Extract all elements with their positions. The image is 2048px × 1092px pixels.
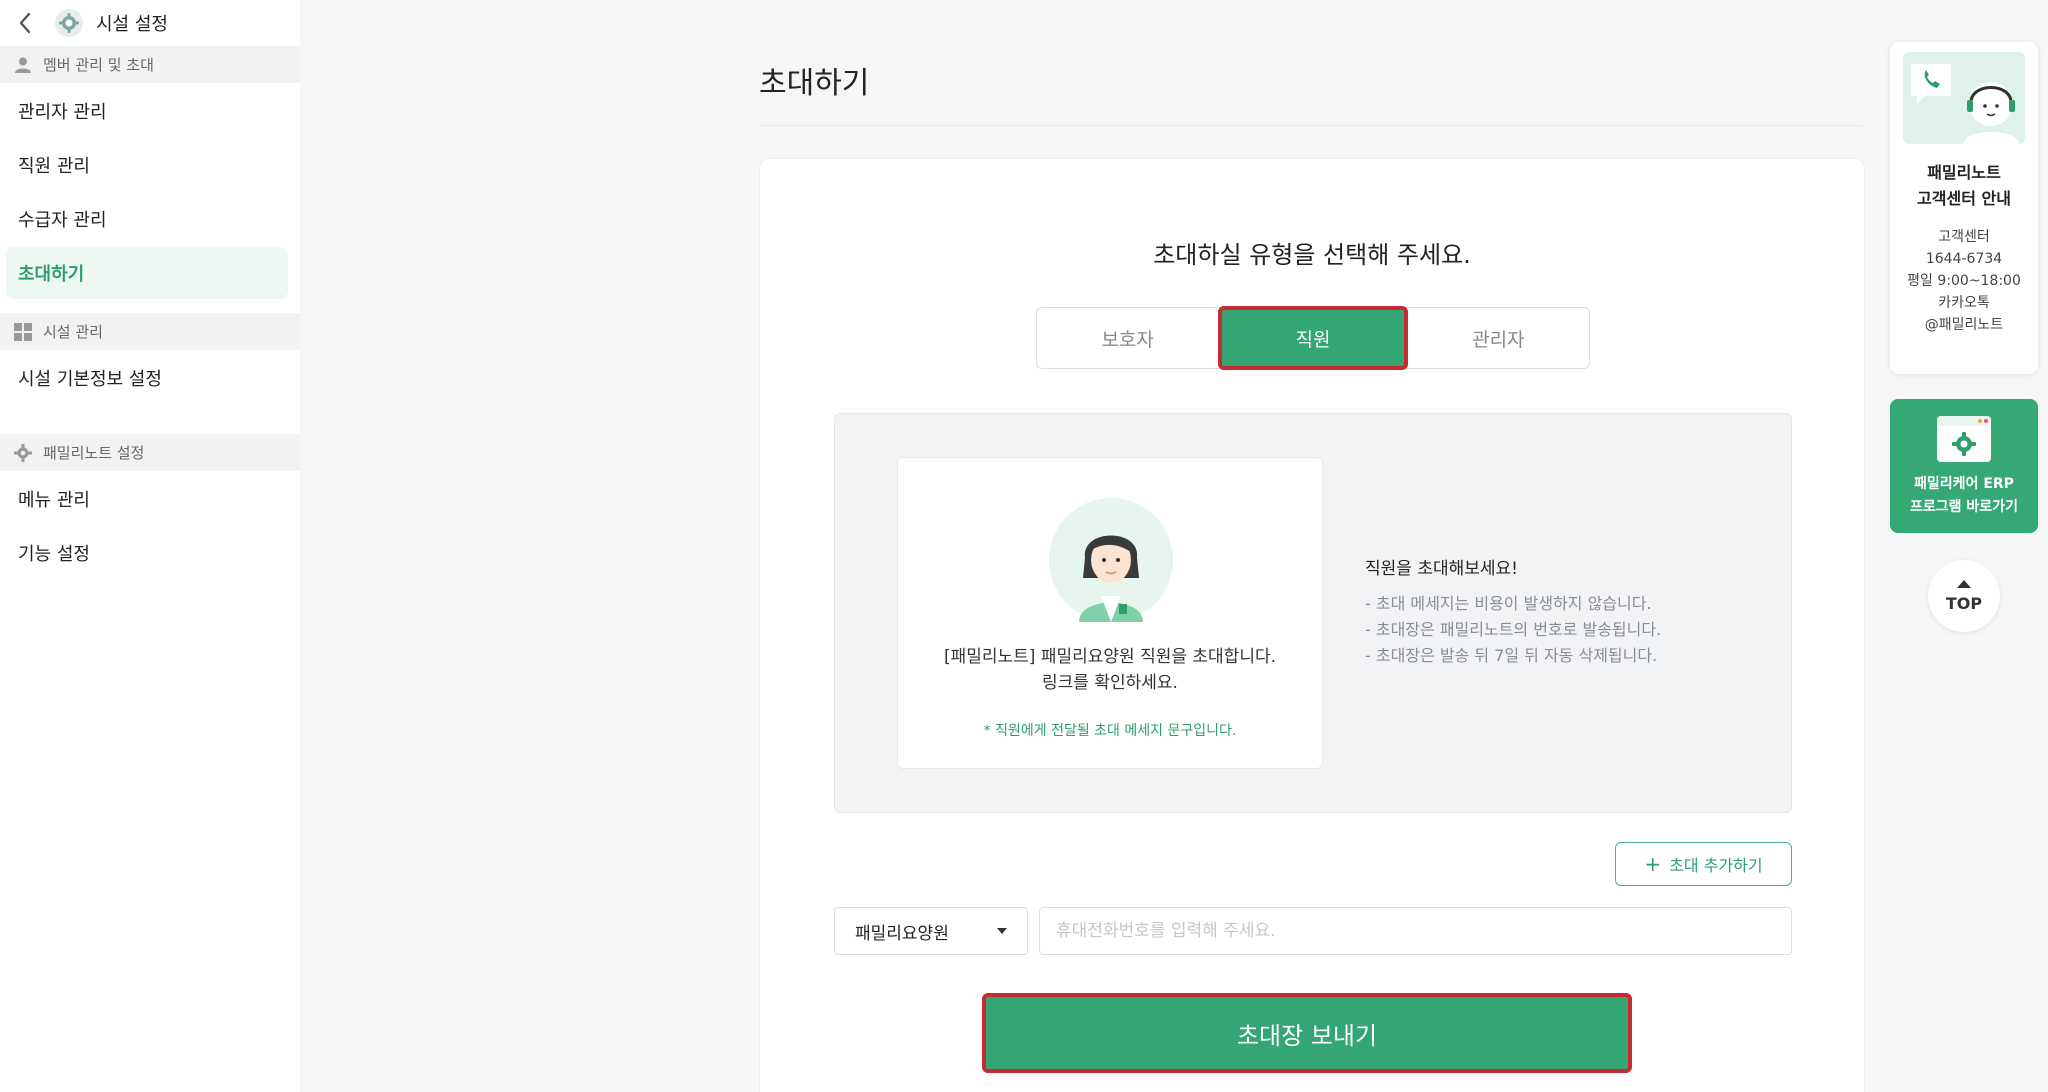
erp-window-gear-icon	[1937, 416, 1991, 462]
up-arrow-icon	[1957, 579, 1971, 588]
facility-select[interactable]: 패밀리요양원	[834, 907, 1028, 955]
section-label: 패밀리노트 설정	[43, 444, 145, 462]
invite-type-tabs: 보호자 직원 관리자	[1036, 306, 1590, 370]
sidebar-header: 시설 설정	[0, 0, 300, 46]
customer-support-illustration	[1903, 52, 2025, 144]
message-text-line1: [패밀리노트] 패밀리요양원 직원을 초대합니다.	[943, 647, 1277, 667]
message-preview-card: [패밀리노트] 패밀리요양원 직원을 초대합니다. 링크를 확인하세요. * 직…	[897, 457, 1323, 769]
sidebar-item-menu-management[interactable]: 메뉴 관리	[6, 473, 288, 525]
sidebar-item-admin-management[interactable]: 관리자 관리	[6, 85, 288, 137]
add-invite-button[interactable]: + 초대 추가하기	[1615, 842, 1792, 886]
section-facility-management: 시설 관리	[0, 313, 300, 350]
tab-guardian[interactable]: 보호자	[1037, 308, 1218, 368]
message-text-line2: 링크를 확인하세요.	[1042, 673, 1178, 693]
top-label: TOP	[1945, 593, 1983, 613]
facility-select-value: 패밀리요양원	[855, 923, 949, 944]
invite-info: 직원을 초대해보세요! - 초대 메세지는 비용이 발생하지 않습니다. - 초…	[1365, 554, 1661, 669]
sidebar-item-recipient-management[interactable]: 수급자 관리	[6, 193, 288, 245]
cs-hours: 평일 9:00~18:00	[1907, 273, 2021, 289]
cs-phone-number: 1644-6734	[1925, 251, 2003, 267]
invite-card: 초대하실 유형을 선택해 주세요. 보호자 직원 관리자 [패밀리노트] 패밀리…	[759, 158, 1865, 1092]
message-preview-panel: [패밀리노트] 패밀리요양원 직원을 초대합니다. 링크를 확인하세요. * 직…	[834, 413, 1792, 813]
send-invite-button[interactable]: 초대장 보내기	[982, 993, 1632, 1073]
cs-info-line: 고객센터	[1938, 229, 1990, 245]
sidebar-item-facility-info[interactable]: 시설 기본정보 설정	[6, 352, 288, 404]
section-member-management: 멤버 관리 및 초대	[0, 46, 300, 83]
staff-avatar-illustration	[1049, 498, 1173, 622]
sidebar-item-feature-settings[interactable]: 기능 설정	[6, 527, 288, 579]
sidebar-item-staff-management[interactable]: 직원 관리	[6, 139, 288, 191]
erp-shortcut-button[interactable]: 패밀리케어 ERP 프로그램 바로가기	[1890, 399, 2038, 533]
invite-info-line: - 초대 메세지는 비용이 발생하지 않습니다.	[1365, 594, 1652, 613]
erp-label-line2: 프로그램 바로가기	[1910, 499, 2018, 515]
phone-number-input[interactable]	[1039, 907, 1792, 955]
gear-icon	[13, 443, 33, 463]
grid-icon	[13, 322, 33, 342]
dropdown-caret-icon	[997, 928, 1007, 934]
cs-kakao-id: @패밀리노트	[1924, 317, 2004, 333]
tab-admin[interactable]: 관리자	[1408, 308, 1589, 368]
erp-label-line1: 패밀리케어 ERP	[1914, 476, 2014, 492]
invite-info-title: 직원을 초대해보세요!	[1365, 559, 1518, 579]
customer-center-title: 패밀리노트 고객센터 안내	[1890, 160, 2038, 212]
cs-title-line2: 고객센터 안내	[1917, 189, 2011, 208]
invite-info-line: - 초대장은 패밀리노트의 번호로 발송됩니다.	[1365, 620, 1662, 639]
section-label: 멤버 관리 및 초대	[43, 56, 154, 74]
sidebar-item-invite[interactable]: 초대하기	[6, 247, 288, 299]
back-arrow-icon[interactable]	[14, 12, 36, 34]
person-icon	[13, 55, 33, 75]
invite-info-line: - 초대장은 발송 뒤 7일 뒤 자동 삭제됩니다.	[1365, 646, 1658, 665]
tab-staff[interactable]: 직원	[1218, 306, 1408, 370]
add-invite-label: 초대 추가하기	[1669, 856, 1763, 875]
sidebar: 시설 설정 멤버 관리 및 초대 관리자 관리 직원 관리 수급자 관리 초대하…	[0, 0, 300, 1092]
invite-type-prompt: 초대하실 유형을 선택해 주세요.	[1153, 241, 1471, 269]
section-familynote-settings: 패밀리노트 설정	[0, 434, 300, 471]
customer-center-card: 패밀리노트 고객센터 안내 고객센터 1644-6734 평일 9:00~18:…	[1890, 42, 2038, 374]
cs-title-line1: 패밀리노트	[1927, 163, 2001, 182]
page-title: 초대하기	[759, 66, 870, 101]
erp-label: 패밀리케어 ERP 프로그램 바로가기	[1890, 473, 2038, 519]
settings-gear-icon	[55, 9, 83, 37]
message-note: * 직원에게 전달될 초대 메세지 문구입니다.	[983, 723, 1237, 739]
title-divider	[759, 125, 1863, 126]
cs-info-line: 카카오톡	[1938, 295, 1990, 311]
customer-center-info: 고객센터 1644-6734 평일 9:00~18:00 카카오톡 @패밀리노트	[1890, 226, 2038, 336]
sidebar-title: 시설 설정	[96, 14, 168, 35]
plus-icon: +	[1644, 852, 1662, 876]
scroll-to-top-button[interactable]: TOP	[1928, 560, 2000, 632]
section-label: 시설 관리	[43, 323, 103, 341]
